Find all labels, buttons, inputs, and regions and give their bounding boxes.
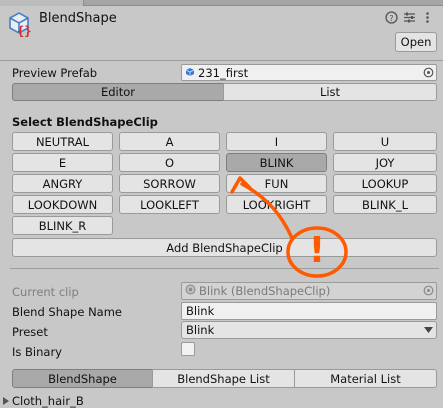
annotation-exclamation: ! [308,230,326,271]
annotation-curved-arrow-icon [240,182,294,240]
annotation-overlay [230,176,348,278]
